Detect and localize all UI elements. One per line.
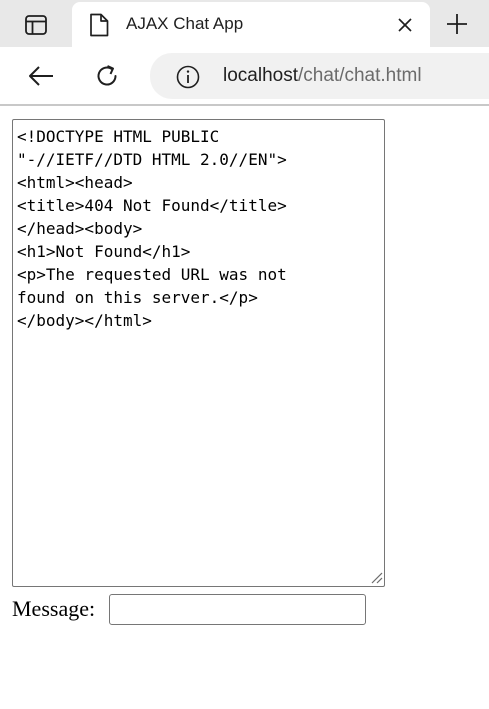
close-icon — [398, 18, 412, 32]
browser-toolbar: localhost/chat/chat.html — [0, 47, 489, 105]
message-input[interactable] — [109, 594, 366, 625]
chat-log-textarea[interactable]: <!DOCTYPE HTML PUBLIC "-//IETF//DTD HTML… — [12, 119, 385, 587]
url-host: localhost — [223, 65, 298, 86]
reload-button[interactable] — [90, 60, 124, 92]
back-button[interactable] — [24, 61, 58, 91]
message-label: Message: — [12, 596, 96, 621]
resize-grip-icon[interactable] — [370, 571, 384, 585]
tab-title: AJAX Chat App — [126, 14, 244, 33]
tab-strip: AJAX Chat App — [0, 0, 489, 47]
tab-actions-button[interactable] — [16, 10, 56, 40]
tab-actions-icon — [25, 15, 47, 35]
address-bar[interactable]: localhost/chat/chat.html — [150, 53, 489, 99]
plus-icon — [447, 14, 467, 34]
page-icon — [90, 13, 109, 37]
reload-icon — [97, 65, 117, 86]
toolbar-divider — [0, 104, 489, 106]
new-tab-button[interactable] — [440, 8, 474, 40]
info-icon[interactable] — [176, 65, 200, 89]
back-arrow-icon — [29, 66, 53, 86]
url-path: /chat/chat.html — [298, 65, 422, 86]
tab-ajax-chat-app[interactable]: AJAX Chat App — [72, 2, 430, 47]
close-tab-button[interactable] — [394, 14, 416, 36]
url-text[interactable]: localhost/chat/chat.html — [223, 65, 422, 87]
